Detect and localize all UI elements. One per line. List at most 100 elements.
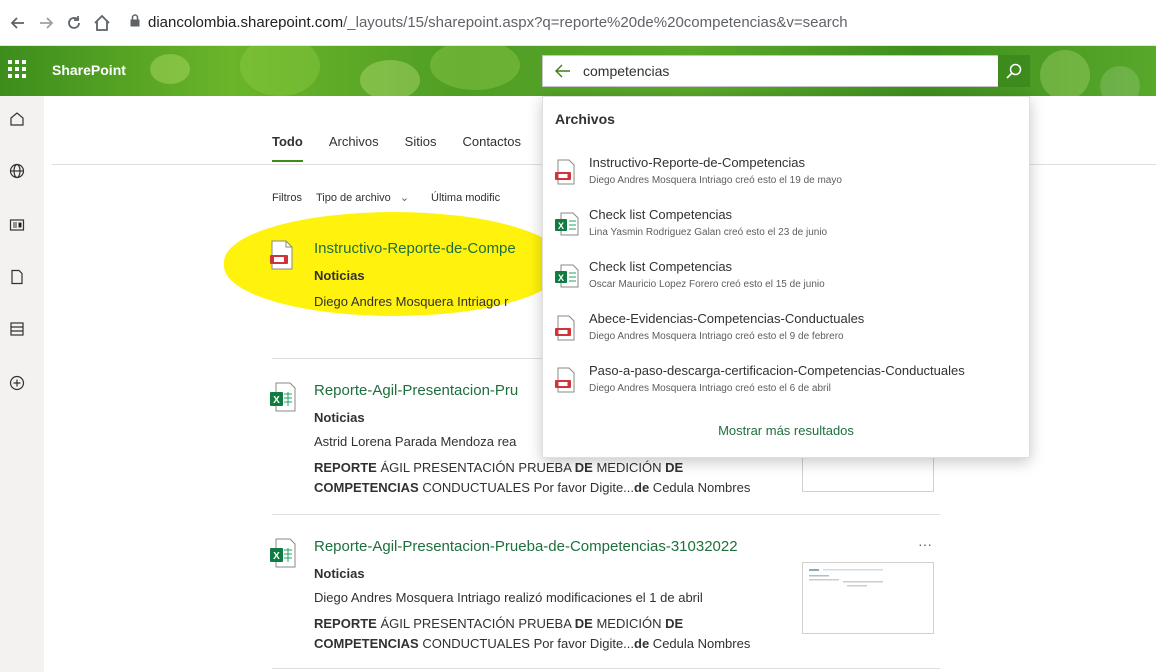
snippet-text: ÁGIL PRESENTACIÓN PRUEBA [376, 460, 575, 475]
filter-file-type-label: Tipo de archivo [315, 192, 391, 204]
suggestion-name: Check list Competencias [589, 259, 733, 274]
excel-icon: X [555, 211, 579, 239]
search-suggestions-dropdown: Archivos Instructivo-Reporte-de-Competen… [542, 96, 1030, 458]
snippet-text: Cedula Nombres [649, 480, 751, 495]
more-options-button[interactable]: ··· [918, 536, 932, 552]
pdf-icon [555, 315, 579, 343]
url-path: /_layouts/15/sharepoint.aspx?q=reporte%2… [343, 14, 848, 31]
result-thumbnail[interactable] [802, 562, 934, 634]
address-bar[interactable]: diancolombia.sharepoint.com/_layouts/15/… [130, 14, 848, 31]
result-divider [272, 514, 940, 515]
tab-contactos[interactable]: Contactos [462, 134, 521, 149]
snippet-bold: de [634, 480, 650, 495]
reload-icon[interactable] [60, 9, 88, 37]
suggestion-subtitle: Diego Andres Mosquera Intriago creó esto… [589, 331, 844, 342]
list-icon[interactable] [8, 320, 28, 340]
suggestion-subtitle: Lina Yasmin Rodriguez Galan creó esto el… [589, 227, 828, 238]
search-result[interactable]: X Reporte-Agil-Presentacion-Prueba-de-Co… [270, 538, 940, 658]
excel-icon: X [270, 382, 298, 414]
result-meta-rest: r [500, 294, 509, 309]
result-divider [272, 668, 940, 669]
search-back-arrow-icon[interactable] [543, 64, 583, 78]
excel-icon: X [270, 538, 298, 570]
result-site[interactable]: Noticias [314, 410, 365, 425]
suggestion-subtitle: Diego Andres Mosquera Intriago creó esto… [589, 383, 831, 394]
result-title[interactable]: Instructivo-Reporte-de-Compe [314, 240, 516, 257]
tab-sitios[interactable]: Sitios [405, 134, 437, 149]
filters-bar: Filtros Tipo de archivo ⌄ Última modific [272, 191, 522, 205]
result-title[interactable]: Reporte-Agil-Presentacion-Prueba-de-Comp… [314, 538, 738, 555]
pdf-icon [555, 367, 579, 395]
sharepoint-header: SharePoint competencias [0, 46, 1156, 96]
svg-text:X: X [273, 551, 280, 562]
home-icon[interactable] [88, 9, 116, 37]
search-tabs: Todo Archivos Sitios Contactos [272, 134, 547, 162]
search-icon[interactable] [998, 55, 1030, 87]
suggestion-subtitle: Diego Andres Mosquera Intriago creó esto… [589, 175, 842, 186]
snippet-bold: REPORTE [314, 616, 377, 631]
suggestion-item[interactable]: X Check list Competencias Lina Yasmin Ro… [555, 207, 1025, 251]
svg-text:X: X [273, 395, 280, 406]
news-icon[interactable] [8, 216, 28, 236]
result-site[interactable]: Noticias [314, 566, 365, 581]
snippet-bold: de [634, 636, 650, 651]
chevron-down-icon: ⌄ [399, 192, 410, 204]
add-circle-icon[interactable] [8, 374, 28, 394]
suggestion-name: Instructivo-Reporte-de-Competencias [589, 155, 806, 170]
suggestion-item[interactable]: Abece-Evidencias-Competencias-Conductual… [555, 311, 1025, 355]
result-site[interactable]: Noticias [314, 268, 365, 283]
result-title[interactable]: Reporte-Agil-Presentacion-Pru [314, 382, 518, 399]
suggestion-item[interactable]: Instructivo-Reporte-de-Competencias Dieg… [555, 155, 1025, 199]
filter-file-type[interactable]: Tipo de archivo ⌄ [316, 191, 409, 204]
result-meta: Astrid Lorena Parada Mendoza rea [314, 434, 516, 449]
snippet-text: MEDICIÓN [592, 460, 666, 475]
app-launcher-icon[interactable] [8, 60, 30, 82]
snippet-text: CONDUCTUALES Por favor Digite... [418, 480, 635, 495]
search-input[interactable]: competencias [583, 63, 998, 79]
svg-text:X: X [558, 273, 564, 283]
suggestion-name: Check list Competencias [589, 207, 733, 222]
lock-icon [130, 14, 140, 31]
url-host: diancolombia.sharepoint.com [148, 14, 344, 31]
filter-modified[interactable]: Última modific [431, 192, 500, 204]
back-arrow-icon[interactable] [4, 9, 32, 37]
snippet-text: ÁGIL PRESENTACIÓN PRUEBA [376, 616, 575, 631]
snippet-text: Cedula Nombres [649, 636, 751, 651]
result-author: Diego Andres Mosquera Intriago [314, 294, 501, 309]
home-icon[interactable] [8, 110, 28, 130]
suggestion-name: Abece-Evidencias-Competencias-Conductual… [589, 311, 865, 326]
result-author: Astrid Lorena Parada Mendoza [314, 434, 494, 449]
suggestion-subtitle: Oscar Mauricio Lopez Forero creó esto el… [589, 279, 825, 290]
snippet-text: MEDICIÓN [592, 616, 666, 631]
snippet-text: CONDUCTUALES Por favor Digite... [418, 636, 635, 651]
snippet-bold: DE [665, 616, 684, 631]
tab-archivos[interactable]: Archivos [329, 134, 379, 149]
browser-toolbar: diancolombia.sharepoint.com/_layouts/15/… [0, 0, 1156, 46]
snippet-bold: REPORTE [314, 460, 377, 475]
snippet-bold: DE [574, 616, 593, 631]
show-more-results-link[interactable]: Mostrar más resultados [543, 423, 1029, 438]
excel-icon: X [555, 263, 579, 291]
forward-arrow-icon[interactable] [32, 9, 60, 37]
dropdown-heading: Archivos [555, 111, 615, 127]
svg-text:X: X [558, 221, 564, 231]
filters-label: Filtros [272, 191, 302, 204]
result-meta-rest: rea [493, 434, 517, 449]
app-title[interactable]: SharePoint [52, 62, 126, 78]
left-rail [0, 96, 44, 672]
globe-icon[interactable] [8, 162, 28, 182]
tab-todo[interactable]: Todo [272, 134, 303, 162]
suggestion-item[interactable]: X Check list Competencias Oscar Mauricio… [555, 259, 1025, 303]
pdf-icon [270, 240, 298, 272]
result-meta: Diego Andres Mosquera Intriago realizó m… [314, 590, 703, 605]
result-snippet: REPORTE ÁGIL PRESENTACIÓN PRUEBA DE MEDI… [314, 614, 794, 654]
document-icon[interactable] [8, 268, 28, 288]
snippet-bold: COMPETENCIAS [314, 636, 419, 651]
result-snippet: REPORTE ÁGIL PRESENTACIÓN PRUEBA DE MEDI… [314, 458, 794, 498]
snippet-bold: DE [574, 460, 593, 475]
suggestion-item[interactable]: Paso-a-paso-descarga-certificacion-Compe… [555, 363, 1025, 407]
search-box[interactable]: competencias [542, 55, 1030, 87]
result-author: Diego Andres Mosquera Intriago [314, 590, 501, 605]
result-meta-rest: realizó modificaciones el 1 de abril [500, 590, 703, 605]
pdf-icon [555, 159, 579, 187]
